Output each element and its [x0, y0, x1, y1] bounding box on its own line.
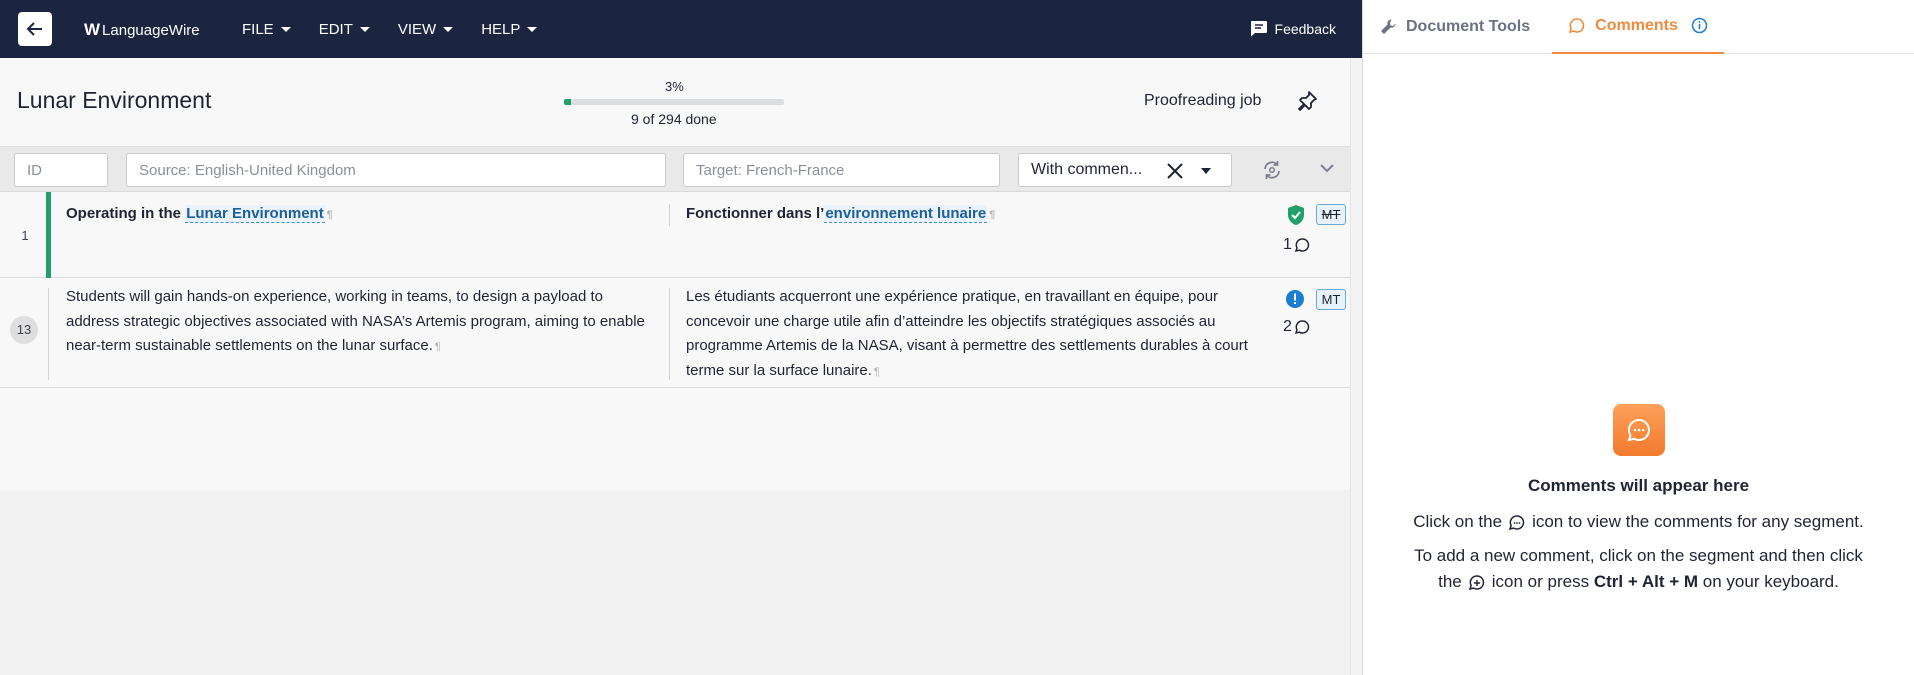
- progress-percent: 3%: [665, 79, 684, 94]
- comment-icon: [1568, 17, 1585, 33]
- progress-done-label: 9 of 294 done: [631, 111, 717, 127]
- add-comment-icon: [1468, 574, 1485, 590]
- pilcrow: ¶: [434, 341, 441, 353]
- comment-count-value: 1: [1283, 236, 1292, 253]
- comment-count[interactable]: 2: [1283, 318, 1311, 336]
- source-filter-input[interactable]: [126, 153, 666, 187]
- row-divider: [48, 288, 49, 380]
- languagewire-logo: W LanguageWire: [84, 20, 200, 40]
- empty-state-line-1: Click on the icon to view the comments fo…: [1393, 508, 1884, 535]
- pilcrow: ¶: [326, 209, 333, 221]
- column-divider: [669, 288, 670, 380]
- segment-row[interactable]: 1 Operating in the Lunar Environment ¶ Fo…: [0, 192, 1350, 278]
- vertical-scrollbar[interactable]: [1350, 58, 1362, 675]
- mt-badge: MT: [1316, 289, 1346, 310]
- warning-icon[interactable]: [1285, 289, 1305, 309]
- line1-end: icon to view the comments for any segmen…: [1532, 512, 1864, 531]
- chevron-down-icon[interactable]: [1319, 162, 1335, 174]
- main-menu: FILE EDIT VIEW HELP: [242, 21, 565, 38]
- line3-start: the: [1438, 572, 1462, 591]
- pilcrow: ¶: [989, 209, 996, 221]
- id-filter-input[interactable]: [14, 153, 108, 187]
- right-panel: Document Tools Comments Comments will ap…: [1362, 0, 1914, 675]
- caret-down-icon: [280, 27, 291, 32]
- target-text[interactable]: Fonctionner dans l’environnement lunaire…: [686, 202, 1256, 228]
- source-text-prefix: Operating in the: [66, 205, 186, 222]
- menu-file[interactable]: FILE: [242, 21, 291, 38]
- filter-bar: With commen...: [0, 146, 1350, 192]
- menu-view-label: VIEW: [397, 21, 437, 38]
- target-text[interactable]: Les étudiants acquerront une expérience …: [686, 285, 1256, 384]
- empty-state-title: Comments will appear here: [1527, 476, 1750, 495]
- menu-file-label: FILE: [242, 21, 274, 38]
- menu-edit-label: EDIT: [318, 21, 353, 38]
- page-title: Lunar Environment: [17, 87, 212, 113]
- comment-filter-select[interactable]: With commen...: [1018, 153, 1232, 187]
- empty-state-line-3: the icon or press Ctrl + Alt + M on your …: [1393, 568, 1884, 595]
- progress-bar: [564, 99, 784, 105]
- clear-filter-icon[interactable]: [1165, 161, 1185, 181]
- comment-filter-value: With commen...: [1031, 161, 1143, 178]
- caret-down-icon: [359, 27, 370, 32]
- logo-text: LanguageWire: [102, 21, 200, 39]
- progress-fill: [564, 99, 571, 105]
- comment-icon: [1508, 514, 1525, 530]
- tab-document-tools-label: Document Tools: [1406, 17, 1531, 35]
- tab-comments[interactable]: Comments: [1552, 0, 1724, 54]
- arrow-left-icon: [26, 22, 42, 36]
- menu-view[interactable]: VIEW: [397, 21, 454, 38]
- comment-icon: [1294, 237, 1310, 252]
- logo-mark-icon: W: [84, 20, 100, 39]
- target-filter-input[interactable]: [683, 153, 1000, 187]
- comment-icon: [1627, 418, 1650, 442]
- comment-count[interactable]: 1: [1283, 236, 1311, 254]
- segment-list: 1 Operating in the Lunar Environment ¶ Fo…: [0, 192, 1350, 490]
- term-highlight[interactable]: environnement lunaire: [824, 205, 988, 223]
- info-icon[interactable]: [1691, 17, 1708, 34]
- column-divider: [669, 204, 670, 226]
- segment-number: 1: [21, 228, 29, 243]
- feedback-label: Feedback: [1274, 20, 1336, 37]
- menu-help-label: HELP: [481, 21, 521, 38]
- refresh-icon[interactable]: [1261, 160, 1283, 180]
- document-header: Lunar Environment 3% 9 of 294 done Proof…: [0, 58, 1350, 146]
- pin-button[interactable]: [1296, 90, 1318, 117]
- source-text[interactable]: Students will gain hands-on experience, …: [66, 285, 646, 360]
- segment-row[interactable]: 13 Students will gain hands-on experienc…: [0, 278, 1350, 388]
- menu-edit[interactable]: EDIT: [319, 21, 370, 38]
- comments-empty-icon: [1613, 404, 1665, 456]
- job-type-label: Proofreading job: [1144, 92, 1262, 109]
- comment-count-value: 2: [1283, 318, 1292, 335]
- editor-workspace: Lunar Environment 3% 9 of 294 done Proof…: [0, 58, 1350, 675]
- confirmed-shield-icon: [1288, 205, 1304, 225]
- feedback-icon: [1250, 21, 1267, 37]
- target-text-content: Les étudiants acquerront une expérience …: [686, 288, 1248, 379]
- feedback-button[interactable]: Feedback: [1250, 20, 1336, 37]
- mt-badge: MT: [1316, 204, 1346, 225]
- panel-tabs: Document Tools Comments: [1363, 0, 1914, 54]
- caret-down-icon: [527, 27, 538, 32]
- line3-middle: icon or press: [1491, 572, 1590, 591]
- confirmed-stripe: [46, 192, 51, 278]
- tab-document-tools[interactable]: Document Tools: [1363, 0, 1546, 54]
- target-text-prefix: Fonctionner dans l’: [686, 205, 825, 222]
- line3-end: on your keyboard.: [1702, 572, 1839, 591]
- comment-icon: [1294, 319, 1310, 334]
- chevron-down-icon[interactable]: [1201, 168, 1211, 174]
- segment-number: 13: [10, 316, 38, 344]
- pilcrow: ¶: [873, 365, 880, 378]
- keyboard-shortcut: Ctrl + Alt + M: [1593, 572, 1699, 591]
- pin-icon: [1298, 91, 1317, 111]
- top-bar: W LanguageWire FILE EDIT VIEW HELP Feedb…: [0, 0, 1362, 58]
- tab-comments-label: Comments: [1595, 16, 1678, 34]
- source-text-content: Students will gain hands-on experience, …: [66, 288, 645, 354]
- menu-help[interactable]: HELP: [481, 21, 538, 38]
- back-button[interactable]: [18, 12, 52, 46]
- empty-state-line-2: To add a new comment, click on the segme…: [1414, 546, 1863, 565]
- term-highlight[interactable]: Lunar Environment: [185, 205, 325, 223]
- caret-down-icon: [443, 27, 454, 32]
- wrench-icon: [1381, 18, 1396, 34]
- line1-start: Click on the: [1413, 512, 1503, 531]
- source-text[interactable]: Operating in the Lunar Environment ¶: [66, 202, 646, 228]
